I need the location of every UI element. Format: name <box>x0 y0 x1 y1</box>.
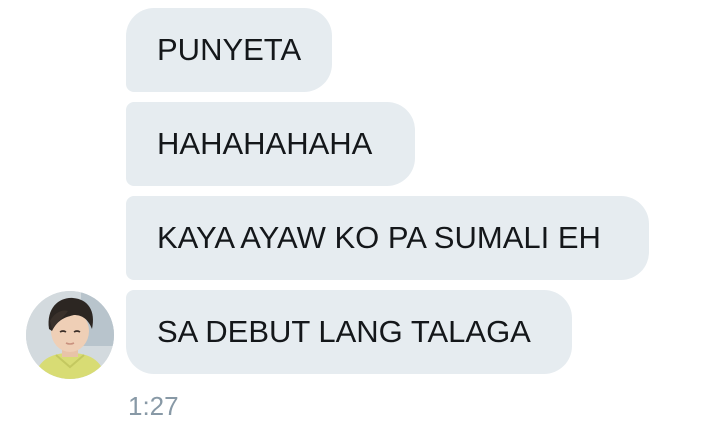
user-avatar-icon <box>26 291 114 379</box>
message-bubble[interactable]: SA DEBUT LANG TALAGA <box>126 290 572 374</box>
message-timestamp: 1:27 <box>128 391 179 421</box>
sender-avatar[interactable] <box>26 291 114 379</box>
message-text: KAYA AYAW KO PA SUMALI EH <box>157 220 601 255</box>
message-thread: PUNYETA HAHAHAHAHA KAYA AYAW KO PA SUMAL… <box>0 0 721 437</box>
message-bubble[interactable]: KAYA AYAW KO PA SUMALI EH <box>126 196 649 280</box>
message-text: HAHAHAHAHA <box>157 126 373 161</box>
message-text: PUNYETA <box>157 32 302 67</box>
message-bubble[interactable]: HAHAHAHAHA <box>126 102 415 186</box>
message-bubble[interactable]: PUNYETA <box>126 8 332 92</box>
message-text: SA DEBUT LANG TALAGA <box>157 314 531 349</box>
